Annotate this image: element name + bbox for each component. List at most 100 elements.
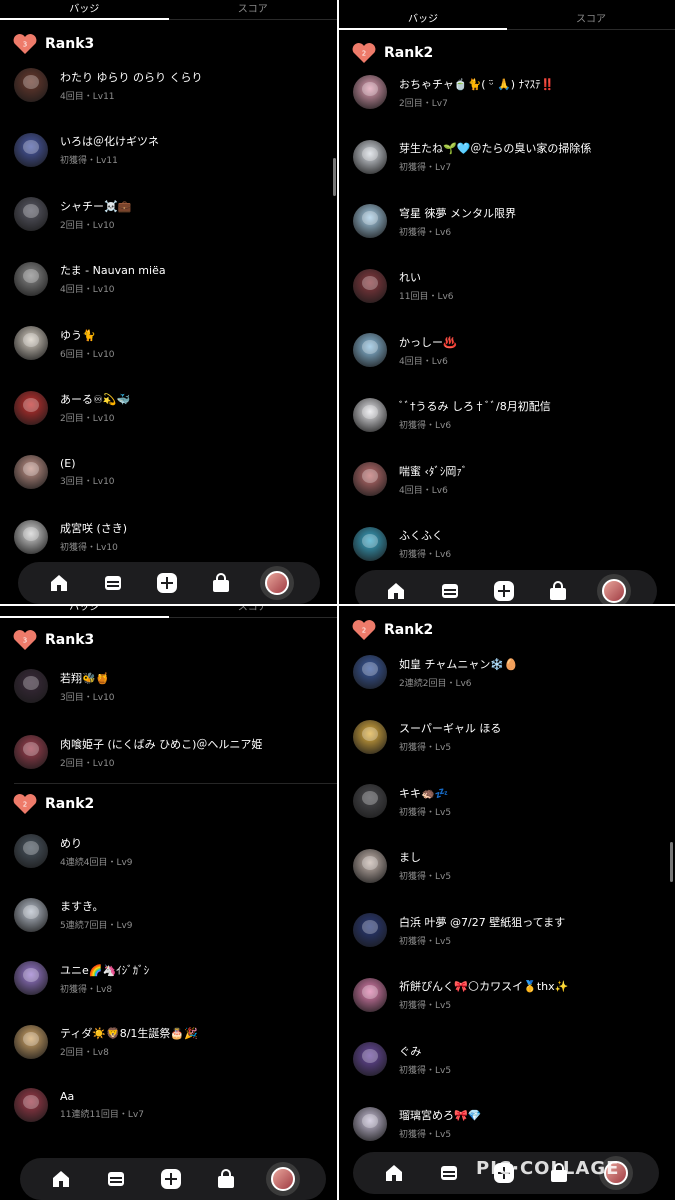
list-item[interactable]: キキ🦔💤 初獲得・Lv5	[353, 781, 667, 821]
list-item[interactable]: スーパーギャル ほる 初獲得・Lv5	[353, 717, 667, 757]
avatar[interactable]	[353, 655, 387, 689]
list-item-text: まし 初獲得・Lv5	[399, 849, 451, 882]
list-item[interactable]: 若翔🐝🍯 3回目・Lv10	[14, 666, 329, 706]
list-item[interactable]: ぐみ初獲得・Lv5	[353, 1039, 667, 1079]
tab-badge[interactable]: バッジ	[0, 606, 169, 618]
badge-meta: 2回目・Lv7	[399, 98, 448, 109]
avatar[interactable]	[353, 719, 387, 754]
avatar[interactable]	[14, 897, 48, 932]
add-icon[interactable]	[156, 1164, 186, 1194]
avatar[interactable]	[353, 784, 387, 818]
badge-meta: 11連続11回目・Lv7	[60, 1110, 144, 1120]
shop-icon[interactable]	[206, 568, 236, 598]
avatar[interactable]	[14, 68, 48, 102]
tab-badge[interactable]: バッジ	[339, 6, 507, 30]
avatar[interactable]	[353, 204, 387, 238]
list-item[interactable]: 瑠璃宮めろ🎀💎 初獲得・Lv5	[353, 1104, 667, 1144]
list-item[interactable]: ティダ☀️🦁8/1生誕祭🎂🎉 2回目・Lv8	[14, 1022, 329, 1062]
scrollbar[interactable]	[670, 842, 673, 882]
list-item-text: 穹星 徠夢 メンタル限界 初獲得・Lv6	[399, 205, 516, 238]
list-item[interactable]: おちゃチャ🍵🐈( ᵕ̈ 🙏) ﾅﾏｽﾃ‼️ 2回目・Lv7	[353, 72, 667, 112]
list-item[interactable]: あーる♾💫🐳 2回目・Lv10	[14, 388, 329, 428]
profile-avatar[interactable]	[265, 1162, 300, 1196]
avatar[interactable]	[353, 139, 387, 174]
home-icon[interactable]	[46, 1164, 76, 1194]
avatar[interactable]	[353, 397, 387, 432]
list-item[interactable]: (E) 3回目・Lv10	[14, 452, 329, 492]
list-item[interactable]: 肉喰姫子 (にくばみ ひめこ)＠ヘルニア姫 2回目・Lv10	[14, 732, 329, 772]
avatar[interactable]	[353, 462, 387, 496]
badge-meta: 2連続2回目・Lv6	[399, 678, 472, 689]
avatar[interactable]	[14, 197, 48, 231]
list-item[interactable]: ゆう🐈 6回目・Lv10	[14, 323, 329, 363]
list-item[interactable]: わたり ゆらり のらり くらり 4回目・Lv11	[14, 65, 329, 105]
avatar[interactable]	[14, 519, 48, 554]
avatar[interactable]	[14, 455, 48, 489]
home-icon[interactable]	[44, 568, 74, 598]
profile-avatar[interactable]	[260, 566, 294, 600]
avatar[interactable]	[353, 977, 387, 1012]
shop-icon[interactable]	[211, 1164, 241, 1194]
list-item[interactable]: ﾞﾞ†うるみ しろ†ﾞﾞ/8月初配信 初獲得・Lv6	[353, 395, 667, 435]
list-item[interactable]: ユニe🌈🦄ｲｼﾞｶﾞｼ 初獲得・Lv8	[14, 958, 329, 998]
shop-icon[interactable]	[543, 576, 573, 604]
list-item[interactable]: たま - Nauvan miëa 4回目・Lv10	[14, 259, 329, 299]
list-item[interactable]: 喘蜜 ‹ﾀﾞｼ岡ｧﾞ 4回目・Lv6	[353, 459, 667, 499]
user-name: ﾞﾞ†うるみ しろ†ﾞﾞ/8月初配信	[399, 400, 551, 413]
tab-score[interactable]: スコア	[507, 6, 675, 29]
avatar[interactable]	[14, 1024, 48, 1059]
tab-score[interactable]: スコア	[169, 0, 338, 19]
home-icon[interactable]	[379, 1158, 409, 1188]
list-item[interactable]: 祈餅ぴんく🎀🌕カワスイ🥇thx✨ 初獲得・Lv5	[353, 975, 667, 1015]
tab-badge[interactable]: バッジ	[0, 0, 169, 20]
avatar[interactable]	[353, 1106, 387, 1141]
list-item[interactable]: めり 4連続4回目・Lv9	[14, 831, 329, 871]
list-item[interactable]: 如皇 チャムニャン❄️🥚 2連続2回目・Lv6	[353, 652, 667, 692]
inbox-icon[interactable]	[98, 568, 128, 598]
avatar[interactable]	[14, 735, 48, 769]
list-item[interactable]: れい 11回目・Lv6	[353, 266, 667, 306]
avatar[interactable]	[14, 390, 48, 425]
home-icon[interactable]	[381, 576, 411, 604]
list-item[interactable]: 成宮咲 (さき) 初獲得・Lv10	[14, 517, 329, 557]
tab-score[interactable]: スコア	[169, 606, 338, 617]
badge-meta: 初獲得・Lv5	[399, 1065, 452, 1076]
avatar[interactable]	[14, 1088, 48, 1122]
list-item-text: 芽生たね🌱🩵＠たらの臭い家の掃除係 初獲得・Lv7	[399, 140, 591, 173]
rank-label: Rank3	[45, 632, 95, 648]
avatar[interactable]	[353, 913, 387, 947]
avatar[interactable]	[353, 1042, 387, 1076]
add-icon[interactable]	[489, 576, 519, 604]
avatar[interactable]	[353, 848, 387, 883]
add-icon[interactable]	[152, 568, 182, 598]
inbox-icon[interactable]	[101, 1164, 131, 1194]
inbox-icon[interactable]	[435, 576, 465, 604]
profile-avatar[interactable]	[597, 574, 631, 604]
avatar[interactable]	[353, 333, 387, 367]
avatar[interactable]	[353, 526, 387, 561]
avatar[interactable]	[14, 669, 48, 703]
list-item[interactable]: まし 初獲得・Lv5	[353, 846, 667, 886]
list-item[interactable]: 芽生たね🌱🩵＠たらの臭い家の掃除係 初獲得・Lv7	[353, 137, 667, 177]
avatar[interactable]	[14, 132, 48, 167]
list-item[interactable]: ますき。 5連続7回目・Lv9	[14, 895, 329, 935]
list-item[interactable]: かっしー♨️ 4回目・Lv6	[353, 330, 667, 370]
svg-text:2: 2	[362, 627, 366, 635]
list-item[interactable]: 白浜 叶夢 @7/27 壁紙狙ってます 初獲得・Lv5	[353, 910, 667, 950]
avatar[interactable]	[14, 834, 48, 868]
avatar[interactable]	[14, 961, 48, 995]
list-item[interactable]: Aa 11連続11回目・Lv7	[14, 1085, 329, 1125]
list-item[interactable]: ふくふく 初獲得・Lv6	[353, 524, 667, 564]
list-item[interactable]: シャチー☠️💼 2回目・Lv10	[14, 194, 329, 234]
user-name: ぐみ	[399, 1044, 422, 1058]
avatar[interactable]	[14, 326, 48, 360]
list-item[interactable]: 穹星 徠夢 メンタル限界 初獲得・Lv6	[353, 201, 667, 241]
avatar[interactable]	[353, 75, 387, 109]
inbox-icon[interactable]	[434, 1158, 464, 1188]
avatar[interactable]	[353, 268, 387, 303]
badge-meta: 初獲得・Lv5	[399, 936, 452, 947]
scrollbar[interactable]	[333, 158, 336, 196]
avatar[interactable]	[14, 261, 48, 296]
list-item[interactable]: いろは＠化けギツネ 初獲得・Lv11	[14, 130, 329, 170]
user-name: めり	[60, 836, 82, 850]
